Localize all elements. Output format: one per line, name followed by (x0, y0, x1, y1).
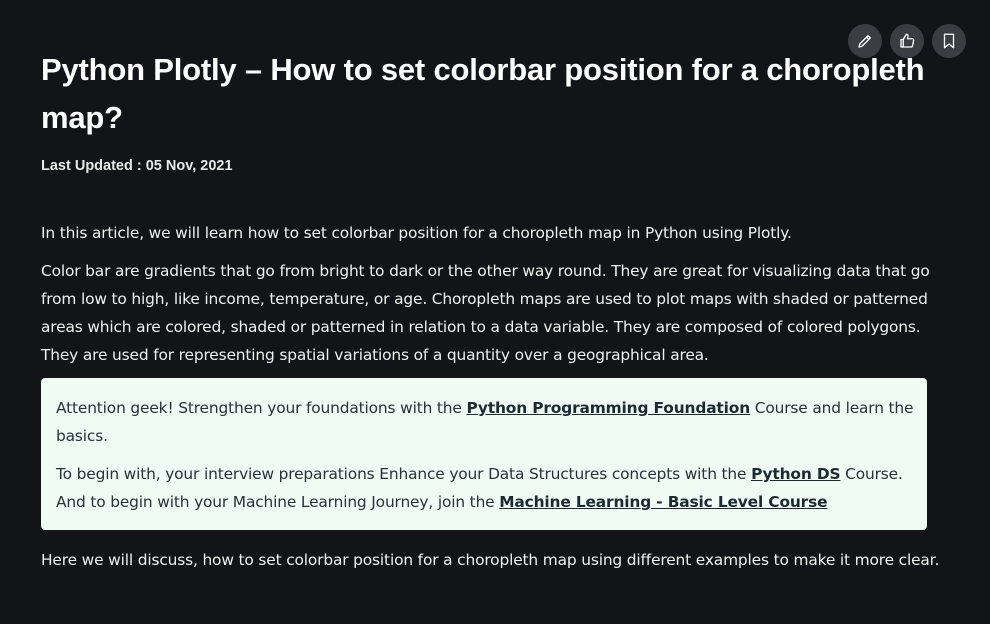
course-callout: Attention geek! Strengthen your foundati… (41, 378, 927, 530)
callout-ds-ml-text: To begin with, your interview preparatio… (56, 460, 916, 516)
bookmark-icon (943, 33, 955, 49)
callout-text-segment: To begin with, your interview preparatio… (56, 465, 752, 483)
body-paragraph: Color bar are gradients that go from bri… (41, 262, 930, 364)
machine-learning-course-link[interactable]: Machine Learning - Basic Level Course (499, 493, 827, 511)
closing-paragraph: Here we will discuss, how to set colorba… (41, 551, 940, 569)
python-programming-foundation-link[interactable]: Python Programming Foundation (466, 399, 750, 417)
intro-paragraph: In this article, we will learn how to se… (41, 224, 792, 242)
article-page: Python Plotly – How to set colorbar posi… (0, 0, 990, 624)
page-title: Python Plotly – How to set colorbar posi… (41, 52, 925, 135)
python-ds-link[interactable]: Python DS (751, 465, 840, 483)
last-updated: Last Updated : 05 Nov, 2021 (41, 158, 233, 174)
callout-text-segment: Attention geek! Strengthen your foundati… (56, 399, 467, 417)
callout-foundation-text: Attention geek! Strengthen your foundati… (56, 394, 916, 450)
